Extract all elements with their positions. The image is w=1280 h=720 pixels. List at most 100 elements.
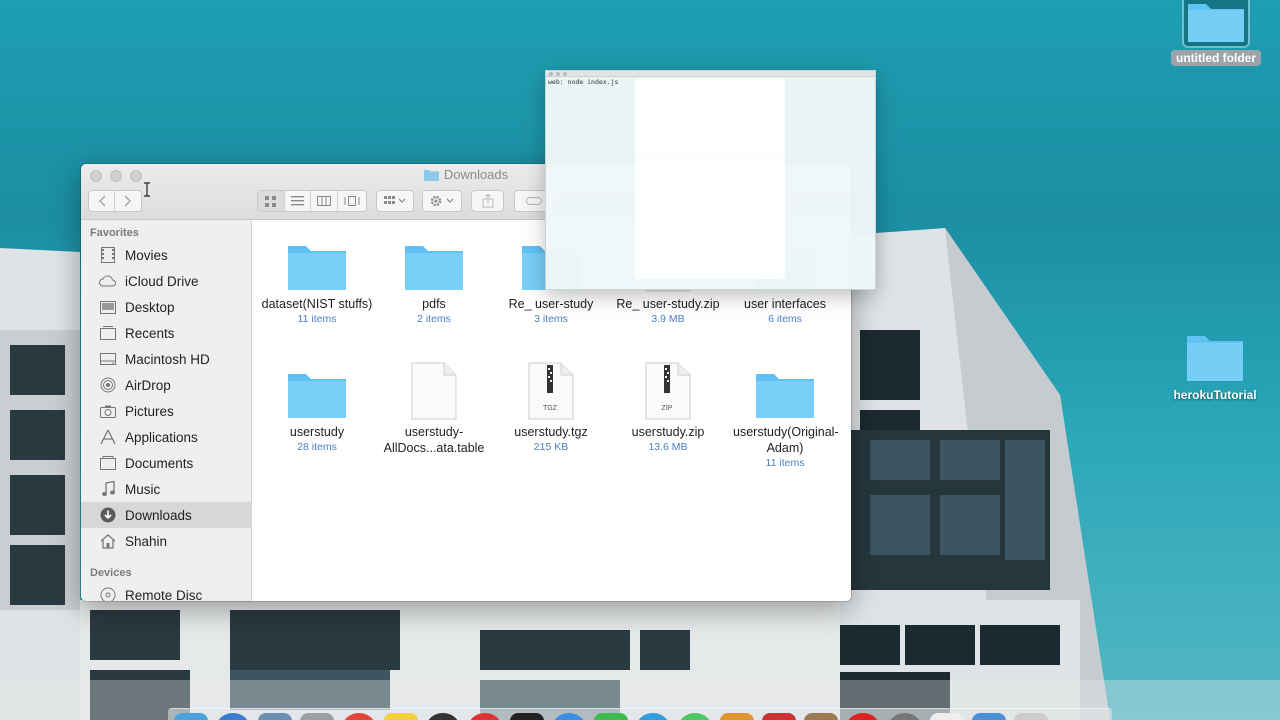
sidebar-item-label: Music — [125, 481, 161, 497]
preview-titlebar — [546, 71, 875, 77]
sidebar-item-downloads[interactable]: Downloads — [81, 502, 251, 528]
desktop-folder-untitled[interactable]: untitled folder — [1166, 0, 1266, 66]
dock-app-photos[interactable] — [804, 713, 838, 720]
file-item[interactable]: userstudy(Original-Adam) 11 items — [727, 360, 843, 470]
folder-icon — [402, 232, 466, 292]
dock-app-finder[interactable] — [174, 713, 208, 720]
sidebar-item-label: Movies — [125, 247, 168, 263]
folder-icon — [1183, 332, 1247, 384]
text-cursor-icon — [144, 182, 150, 197]
sidebar-item-label: iCloud Drive — [125, 273, 199, 289]
folder-icon — [1182, 0, 1250, 48]
zip-archive-icon: ZIP — [636, 360, 700, 420]
sidebar-item-label: AirDrop — [125, 377, 171, 393]
sidebar-item-icloud-drive[interactable]: iCloud Drive — [81, 268, 251, 294]
dock-app-music[interactable] — [426, 713, 460, 720]
dock-app-preview[interactable] — [762, 713, 796, 720]
sidebar-item-applications[interactable]: Applications — [81, 424, 251, 450]
sidebar-item-label: Shahin — [125, 533, 168, 549]
icon-view-button[interactable] — [258, 191, 285, 211]
window-title-text: Downloads — [443, 167, 509, 182]
dock-app-skype[interactable] — [636, 713, 670, 720]
dock-app-trash[interactable] — [1014, 713, 1048, 720]
arrange-button[interactable] — [376, 190, 414, 212]
file-meta: 11 items — [297, 313, 337, 325]
file-meta: 13.6 MB — [648, 441, 688, 453]
file-item[interactable]: ZIP userstudy.zip 13.6 MB — [610, 360, 726, 454]
dock-app-downloads-stack[interactable] — [972, 713, 1006, 720]
desktop-folder-herokututorial[interactable]: herokuTutorial — [1165, 332, 1265, 402]
back-button[interactable] — [89, 191, 116, 211]
preview-window[interactable]: web: node index.js — [545, 70, 876, 290]
file-name: user interfaces — [744, 297, 826, 311]
sidebar-item-label: Documents — [125, 455, 194, 471]
file-name: Re_ user-study — [508, 297, 594, 311]
sidebar-item-shahin[interactable]: Shahin — [81, 528, 251, 554]
document-icon — [99, 454, 117, 472]
sidebar-item-pictures[interactable]: Pictures — [81, 398, 251, 424]
file-item[interactable]: userstudy-AllDocs...ata.table — [376, 360, 492, 456]
file-meta: 215 KB — [533, 441, 569, 453]
sidebar-item-airdrop[interactable]: AirDrop — [81, 372, 251, 398]
desktop-folder-label: herokuTutorial — [1173, 388, 1257, 402]
sidebar-item-macintosh-hd[interactable]: Macintosh HD — [81, 346, 251, 372]
list-view-button[interactable] — [285, 191, 312, 211]
file-meta: 3.9 MB — [651, 313, 685, 325]
svg-text:ZIP: ZIP — [662, 405, 673, 412]
share-button[interactable] — [471, 190, 504, 212]
dock-app-appstore[interactable] — [552, 713, 586, 720]
file-item[interactable]: pdfs 2 items — [376, 232, 492, 326]
action-button[interactable] — [422, 190, 462, 212]
dock-app-settings[interactable] — [888, 713, 922, 720]
sidebar-item-music[interactable]: Music — [81, 476, 251, 502]
downloads-icon — [99, 506, 117, 524]
dock-app-textedit[interactable] — [930, 713, 964, 720]
dock-app-calendar[interactable] — [342, 713, 376, 720]
back-arrow-icon — [98, 195, 105, 207]
sidebar-item-movies[interactable]: Movies — [81, 242, 251, 268]
sidebar-item-desktop[interactable]: Desktop — [81, 294, 251, 320]
document-preview — [635, 79, 785, 279]
window-controls — [549, 72, 567, 76]
file-name: userstudy.tgz — [514, 425, 588, 439]
movies-icon — [99, 246, 117, 264]
sidebar-item-label: Downloads — [125, 507, 192, 523]
sidebar-item-label: Remote Disc — [125, 587, 203, 602]
hard-drive-icon — [99, 350, 117, 368]
sidebar-item-label: Applications — [125, 429, 198, 445]
airdrop-icon — [99, 376, 117, 394]
sidebar-item-documents[interactable]: Documents — [81, 450, 251, 476]
column-view-button[interactable] — [311, 191, 338, 211]
sidebar-item-recents[interactable]: Recents — [81, 320, 251, 346]
file-item[interactable]: userstudy 28 items — [259, 360, 375, 454]
dock-app-contacts[interactable] — [300, 713, 334, 720]
finder-sidebar: Favorites Movies iCloud Drive Desktop Re… — [81, 220, 252, 601]
sidebar-item-label: Macintosh HD — [125, 351, 210, 367]
dock-app-chrome[interactable] — [468, 713, 502, 720]
desktop-icon — [99, 298, 117, 316]
music-icon — [99, 480, 117, 498]
dock-app-opera[interactable] — [846, 713, 880, 720]
cover-flow-button[interactable] — [338, 191, 366, 211]
file-name: pdfs — [422, 297, 446, 311]
sidebar-item-label: Desktop — [125, 299, 175, 315]
file-item[interactable]: TGZ userstudy.tgz 215 KB — [493, 360, 609, 454]
sidebar-item-remote-disc[interactable]: Remote Disc — [81, 582, 251, 601]
icon-view-icon — [265, 195, 277, 207]
view-mode-segment — [257, 190, 367, 212]
desktop-folder-label: untitled folder — [1171, 50, 1261, 66]
dock-app-terminal[interactable] — [510, 713, 544, 720]
tgz-archive-icon: TGZ — [519, 360, 583, 420]
file-item[interactable]: dataset(NIST stuffs) 11 items — [259, 232, 375, 326]
dock-app-notes[interactable] — [384, 713, 418, 720]
dock-app-mail[interactable] — [258, 713, 292, 720]
tag-icon — [526, 197, 542, 205]
dock-app-whatsapp[interactable] — [678, 713, 712, 720]
sidebar-heading-devices: Devices — [90, 567, 132, 579]
dock-app-messages[interactable] — [594, 713, 628, 720]
column-view-icon — [316, 196, 331, 206]
dock-app-safari[interactable] — [216, 713, 250, 720]
dock-app-sublime[interactable] — [720, 713, 754, 720]
file-meta: 3 items — [534, 313, 568, 325]
forward-button[interactable] — [115, 191, 141, 211]
